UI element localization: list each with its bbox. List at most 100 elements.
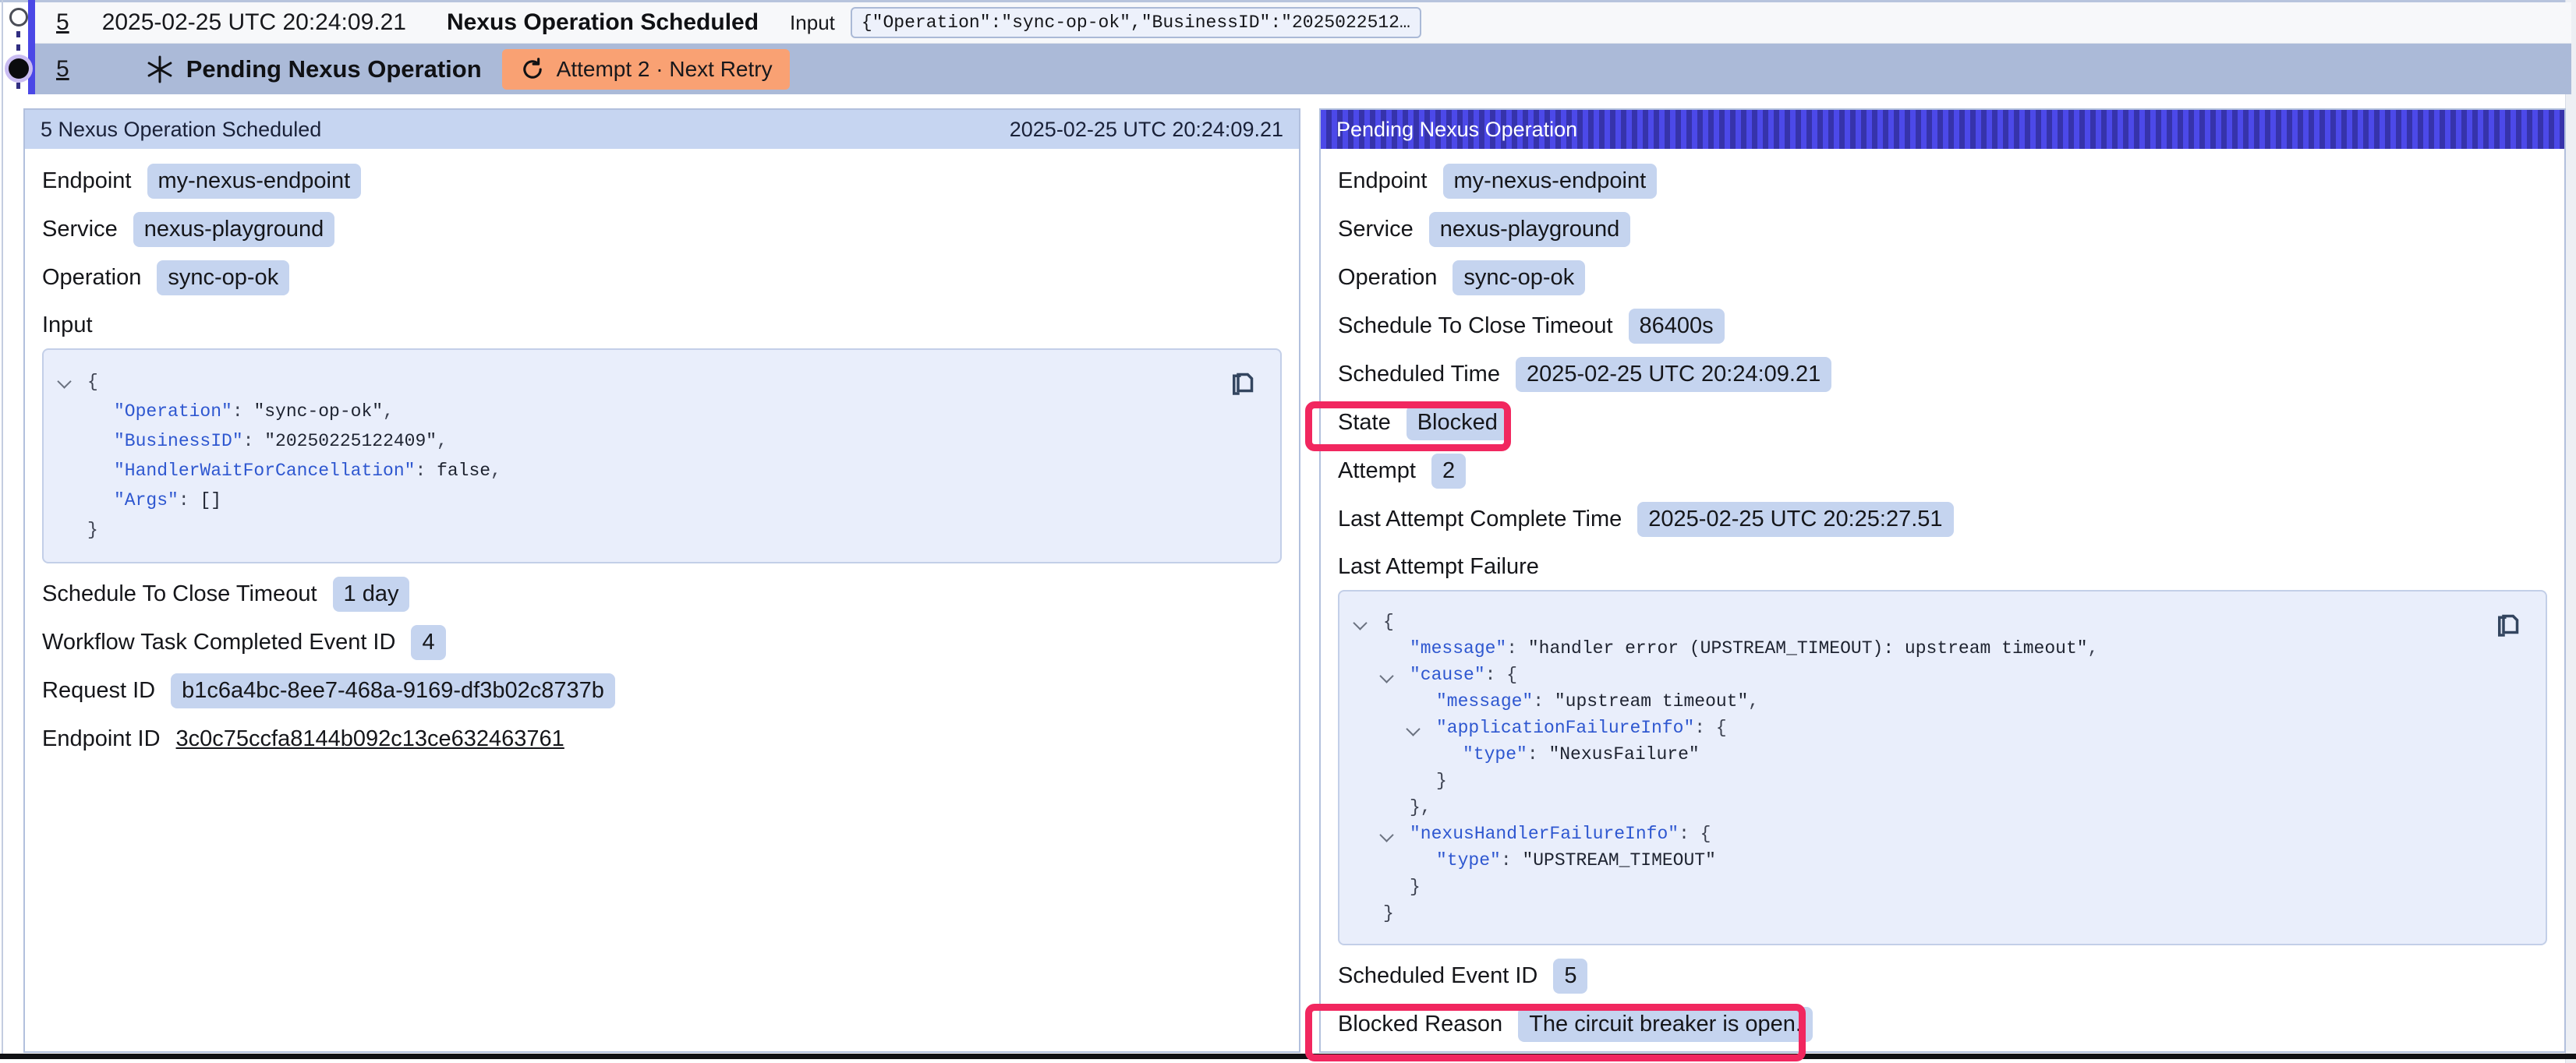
- field-row-wft-completed-event-id: Workflow Task Completed Event ID 4: [42, 624, 1282, 660]
- annotation-blocked-reason-highlight: [1305, 1004, 1806, 1061]
- json-punctuation: : {: [1694, 718, 1726, 738]
- code-line: "BusinessID": "20250225122409",: [44, 426, 1280, 456]
- json-key: "applicationFailureInfo": [1436, 718, 1694, 738]
- event-details-header-title: 5 Nexus Operation Scheduled: [41, 118, 321, 142]
- code-line: "Operation": "sync-op-ok",: [44, 397, 1280, 426]
- collapse-chevron-icon[interactable]: [1379, 828, 1393, 842]
- code-line: "message": "upstream timeout",: [1339, 688, 2546, 715]
- field-row-state: State Blocked: [1338, 404, 2547, 440]
- code-line: }: [1339, 874, 2546, 900]
- pending-operation-header: Pending Nexus Operation: [1321, 110, 2564, 149]
- code-line: "cause": {: [1339, 662, 2546, 688]
- json-punctuation: ,: [437, 431, 448, 451]
- field-label: Service: [1338, 217, 1414, 242]
- field-row-attempt: Attempt 2: [1338, 453, 2547, 489]
- timeline-dotted-connector: [16, 31, 20, 58]
- endpoint-id-link[interactable]: 3c0c75ccfa8144b092c13ce632463761: [176, 726, 564, 752]
- field-row-operation: Operation sync-op-ok: [1338, 260, 2547, 295]
- json-punctuation: }: [1410, 877, 1421, 897]
- json-value: false: [437, 461, 490, 481]
- code-line: "message": "handler error (UPSTREAM_TIME…: [1339, 635, 2546, 662]
- json-value: "UPSTREAM_TIMEOUT": [1522, 850, 1715, 871]
- field-row-endpoint: Endpoint my-nexus-endpoint: [1338, 163, 2547, 199]
- timeline-dotted-connector: [16, 83, 20, 95]
- event-time: 2025-02-25 UTC 20:24:09.21: [102, 9, 406, 36]
- field-label: Operation: [1338, 265, 1437, 291]
- event-input-preview-badge[interactable]: {"Operation":"sync-op-ok","BusinessID":"…: [851, 7, 1421, 38]
- code-line: "nexusHandlerFailureInfo": {: [1339, 821, 2546, 847]
- json-key: "BusinessID": [114, 431, 243, 451]
- code-line: }: [1339, 768, 2546, 794]
- field-value-badge: my-nexus-endpoint: [1443, 164, 1658, 199]
- json-punctuation: },: [1410, 797, 1431, 818]
- json-punctuation: : {: [1679, 824, 1711, 844]
- field-value-badge: 1 day: [333, 577, 410, 612]
- code-line: }: [1339, 900, 2546, 927]
- field-row-service: Service nexus-playground: [42, 211, 1282, 247]
- code-line: "type": "UPSTREAM_TIMEOUT": [1339, 847, 2546, 874]
- collapse-chevron-icon[interactable]: [57, 374, 71, 388]
- field-row-service: Service nexus-playground: [1338, 211, 2547, 247]
- code-line: "applicationFailureInfo": {: [1339, 715, 2546, 741]
- field-value-badge: 2025-02-25 UTC 20:25:27.51: [1637, 502, 1953, 537]
- field-label: Request ID: [42, 678, 155, 704]
- json-punctuation: {: [1383, 612, 1394, 632]
- pending-operation-header-title: Pending Nexus Operation: [1336, 118, 1577, 142]
- code-line: "Args": []: [44, 486, 1280, 515]
- event-id-link[interactable]: 5: [56, 9, 69, 36]
- bottom-separator-line: [0, 1054, 2576, 1059]
- event-title: Nexus Operation Scheduled: [447, 9, 759, 36]
- field-label: Workflow Task Completed Event ID: [42, 630, 395, 655]
- field-value-badge: 86400s: [1629, 309, 1725, 344]
- input-section-label: Input: [42, 311, 1282, 339]
- field-label: Schedule To Close Timeout: [1338, 313, 1613, 339]
- json-punctuation: :: [1501, 850, 1523, 871]
- event-row-nexus-operation-scheduled[interactable]: 5 2025-02-25 UTC 20:24:09.21 Nexus Opera…: [35, 2, 2571, 44]
- code-line: },: [1339, 794, 2546, 821]
- field-label: Endpoint: [1338, 168, 1428, 194]
- json-punctuation: }: [1436, 771, 1447, 791]
- field-row-operation: Operation sync-op-ok: [42, 260, 1282, 295]
- json-key: "HandlerWaitForCancellation": [114, 461, 415, 481]
- failure-json-viewer: { "message": "handler error (UPSTREAM_TIM…: [1338, 590, 2547, 945]
- json-punctuation: :: [1527, 744, 1549, 765]
- field-row-schedule-to-close: Schedule To Close Timeout 1 day: [42, 576, 1282, 612]
- field-label: Endpoint ID: [42, 726, 161, 752]
- collapse-chevron-icon[interactable]: [1406, 722, 1420, 736]
- scrollbar-track[interactable]: [2565, 0, 2576, 1063]
- timeline-open-circle-icon: [9, 8, 28, 26]
- timeline-filled-circle-icon: [9, 58, 29, 79]
- pending-event-id-link[interactable]: 5: [56, 56, 69, 83]
- event-details-panel: 5 Nexus Operation Scheduled 2025-02-25 U…: [23, 108, 1300, 1053]
- json-punctuation: :: [415, 461, 437, 481]
- field-label: Service: [42, 217, 118, 242]
- input-json-viewer: {"Operation": "sync-op-ok","BusinessID":…: [42, 348, 1282, 563]
- field-row-scheduled-time: Scheduled Time 2025-02-25 UTC 20:24:09.2…: [1338, 356, 2547, 392]
- json-value: []: [200, 490, 221, 510]
- collapse-chevron-icon[interactable]: [1353, 616, 1367, 630]
- json-punctuation: {: [87, 372, 98, 392]
- field-row-schedule-to-close: Schedule To Close Timeout 86400s: [1338, 308, 2547, 344]
- json-punctuation: ,: [490, 461, 501, 481]
- attempt-retry-label: Attempt 2 · Next Retry: [557, 57, 773, 82]
- collapse-chevron-icon[interactable]: [1379, 669, 1393, 683]
- left-border: [2, 0, 3, 1054]
- json-punctuation: : {: [1485, 665, 1517, 685]
- json-punctuation: }: [1383, 903, 1394, 924]
- code-line: "type": "NexusFailure": [1339, 741, 2546, 768]
- json-punctuation: :: [179, 490, 200, 510]
- json-key: "type": [1463, 744, 1527, 765]
- json-key: "Args": [114, 490, 179, 510]
- pending-nexus-operation-row[interactable]: 5 Pending Nexus Operation Attempt 2 · Ne…: [35, 44, 2571, 94]
- json-value: "NexusFailure": [1548, 744, 1699, 765]
- field-value-badge: nexus-playground: [1429, 212, 1631, 247]
- json-key: "cause": [1410, 665, 1485, 685]
- json-key: "nexusHandlerFailureInfo": [1410, 824, 1679, 844]
- field-value-badge: 2025-02-25 UTC 20:24:09.21: [1516, 357, 1831, 392]
- field-label: Scheduled Time: [1338, 362, 1500, 387]
- field-value-badge: sync-op-ok: [1453, 260, 1585, 295]
- pending-operation-panel: Pending Nexus Operation Endpoint my-nexu…: [1319, 108, 2566, 1053]
- last-attempt-failure-label: Last Attempt Failure: [1338, 553, 2547, 581]
- field-value-badge: 2: [1431, 454, 1466, 489]
- json-key: "message": [1436, 691, 1533, 712]
